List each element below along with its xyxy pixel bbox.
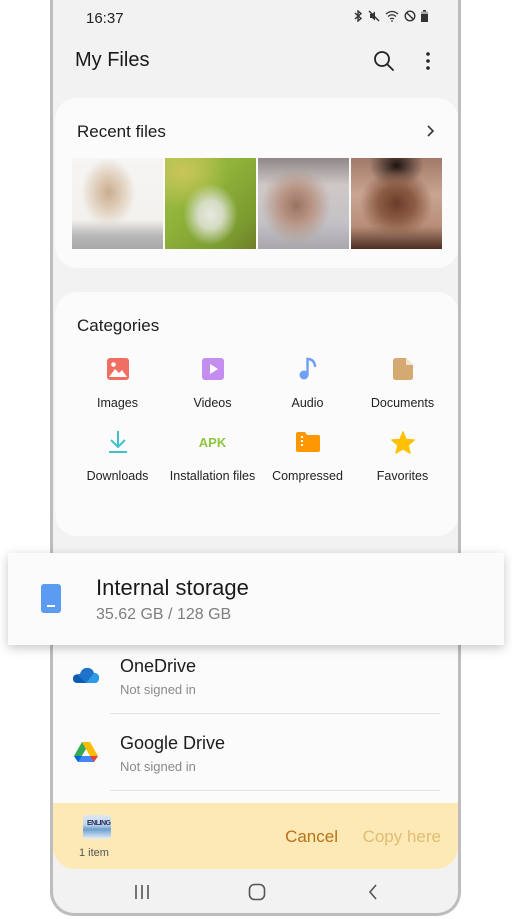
categories-card: Categories Images Videos Audio Documents…: [55, 292, 458, 536]
onedrive-icon: [71, 660, 101, 690]
back-icon[interactable]: [366, 883, 380, 901]
recent-files-title: Recent files: [77, 122, 166, 141]
divider: [110, 713, 440, 714]
recent-thumbnails: [72, 158, 442, 249]
category-audio[interactable]: Audio: [260, 356, 355, 411]
category-installation-files[interactable]: APK Installation files: [165, 429, 260, 484]
recent-thumbnail[interactable]: [351, 158, 442, 249]
cloud-item-google-drive[interactable]: Google Drive Not signed in: [53, 717, 458, 793]
storage-name: Internal storage: [96, 575, 249, 600]
downloads-icon: [105, 429, 131, 455]
bluetooth-icon: [354, 10, 363, 22]
recent-thumbnail[interactable]: [258, 158, 349, 249]
documents-icon: [390, 356, 416, 382]
status-time: 16:37: [86, 10, 124, 27]
category-label: Downloads: [86, 469, 149, 483]
app-bar: My Files: [53, 40, 458, 84]
wifi-icon: [385, 10, 399, 22]
category-label: Audio: [291, 396, 324, 410]
cloud-status: Not signed in: [120, 682, 196, 697]
category-label: Images: [97, 396, 138, 410]
category-label: Installation files: [169, 469, 256, 483]
page-title: My Files: [75, 49, 150, 71]
category-compressed[interactable]: Compressed: [260, 429, 355, 484]
home-icon[interactable]: [248, 883, 266, 901]
compressed-icon: [295, 429, 321, 455]
google-drive-icon: [71, 737, 101, 767]
cloud-storage-list: OneDrive Not signed in Google Drive Not …: [53, 640, 458, 805]
category-label: Videos: [193, 396, 232, 410]
thumbnail-text: ENLING: [87, 820, 111, 827]
cloud-item-onedrive[interactable]: OneDrive Not signed in: [53, 640, 458, 716]
apk-icon: APK: [198, 429, 227, 455]
category-images[interactable]: Images: [70, 356, 165, 411]
recent-thumbnail[interactable]: [72, 158, 163, 249]
category-favorites[interactable]: Favorites: [355, 429, 450, 484]
do-not-disturb-icon: [404, 10, 416, 22]
category-label: Compressed: [272, 469, 343, 483]
categories-grid: Images Videos Audio Documents Downloads …: [70, 356, 450, 484]
apk-icon-text: APK: [198, 434, 227, 450]
category-documents[interactable]: Documents: [355, 356, 450, 411]
item-count: 1 item: [79, 847, 109, 859]
category-label: Documents: [370, 396, 435, 410]
recent-thumbnail[interactable]: [165, 158, 256, 249]
cloud-status: Not signed in: [120, 759, 196, 774]
more-options-icon[interactable]: [420, 49, 436, 73]
favorites-icon: [390, 429, 416, 455]
storage-usage: 35.62 GB / 128 GB: [96, 606, 232, 623]
categories-title: Categories: [77, 316, 160, 335]
chevron-right-icon[interactable]: [423, 122, 437, 140]
category-videos[interactable]: Videos: [165, 356, 260, 411]
battery-icon: [421, 10, 428, 22]
copy-here-button[interactable]: Copy here: [363, 827, 441, 847]
phone-storage-icon: [41, 584, 61, 613]
copy-bar: ENLING 1 item Cancel Copy here: [53, 803, 458, 869]
recent-files-card: Recent files: [55, 98, 458, 268]
phone-screen: 16:37 My Files Recent files Categories I…: [50, 0, 461, 916]
mute-icon: [368, 10, 380, 22]
search-icon[interactable]: [372, 49, 396, 73]
category-label: Favorites: [376, 469, 429, 483]
category-downloads[interactable]: Downloads: [70, 429, 165, 484]
internal-storage-item[interactable]: Internal storage 35.62 GB / 128 GB: [8, 553, 504, 645]
cancel-button[interactable]: Cancel: [285, 827, 338, 847]
copied-item-thumbnail: ENLING: [83, 815, 111, 839]
status-bar: 16:37: [53, 0, 458, 34]
navigation-bar: [53, 869, 458, 913]
images-icon: [105, 356, 131, 382]
status-icons: [353, 10, 428, 22]
videos-icon: [200, 356, 226, 382]
cloud-name: OneDrive: [120, 656, 197, 676]
cloud-name: Google Drive: [120, 733, 226, 753]
recents-icon[interactable]: [133, 883, 151, 901]
audio-icon: [295, 356, 321, 382]
divider: [110, 790, 440, 791]
